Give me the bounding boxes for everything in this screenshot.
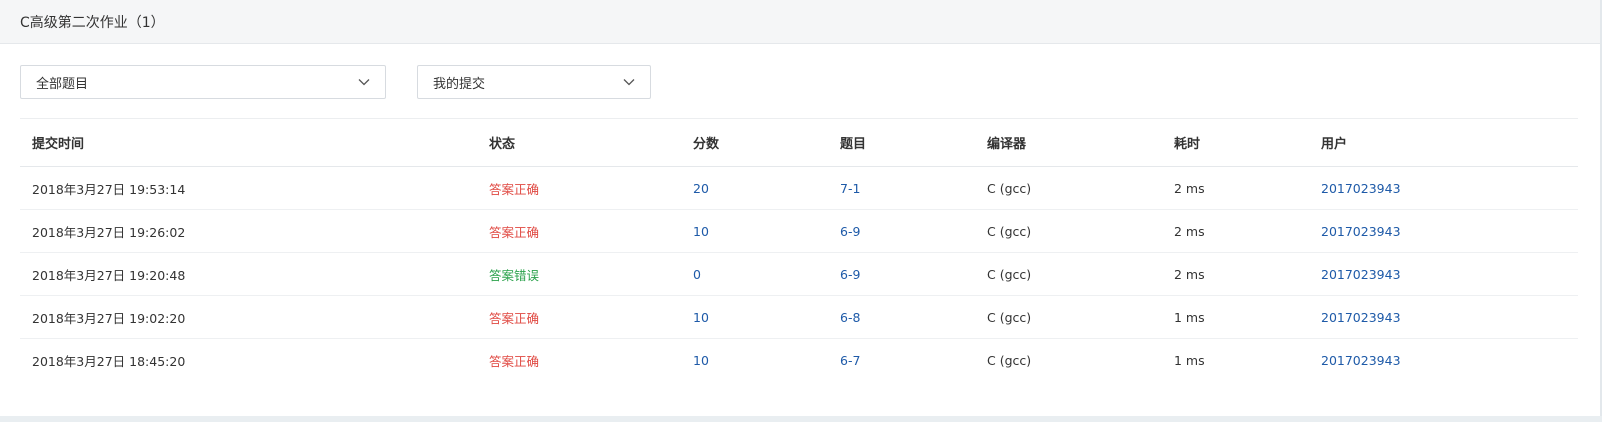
submission-filter-select[interactable]: 我的提交 [417,65,651,99]
table-header-row: 提交时间 状态 分数 题目 编译器 耗时 用户 [20,118,1578,167]
compiler-text: C (gcc) [975,252,1162,296]
submissions-table: 提交时间 状态 分数 题目 编译器 耗时 用户 2018年3月27日 19:53… [20,118,1578,381]
score-link[interactable]: 10 [681,209,828,253]
compiler-text: C (gcc) [975,295,1162,339]
column-header-cost: 耗时 [1162,118,1309,167]
status-text: 答案正确 [489,353,540,369]
problem-link[interactable]: 6-9 [828,252,975,296]
user-link[interactable]: 2017023943 [1309,295,1578,339]
time-cost: 2 ms [1162,252,1309,296]
user-link[interactable]: 2017023943 [1309,209,1578,253]
chevron-down-icon [623,79,635,86]
submit-time: 2018年3月27日 19:20:48 [20,252,477,296]
submissions-card: C高级第二次作业（1） 全部题目 我的提交 提交时间 状态 分数 题目 编译器 … [0,0,1602,416]
column-header-problem: 题目 [828,118,975,167]
problem-link[interactable]: 6-7 [828,339,975,382]
filter-bar: 全部题目 我的提交 [0,44,1600,116]
score-link[interactable]: 10 [681,295,828,339]
compiler-text: C (gcc) [975,209,1162,253]
column-header-compiler: 编译器 [975,118,1162,167]
page-title: C高级第二次作业（1） [20,14,165,31]
problem-filter-select[interactable]: 全部题目 [20,65,386,99]
compiler-text: C (gcc) [975,166,1162,210]
table-row: 2018年3月27日 19:53:14 答案正确 20 7-1 C (gcc) … [20,166,1578,210]
card-header: C高级第二次作业（1） [0,0,1600,44]
table-row: 2018年3月27日 19:20:48 答案错误 0 6-9 C (gcc) 2… [20,252,1578,296]
score-link[interactable]: 20 [681,166,828,210]
table-row: 2018年3月27日 19:26:02 答案正确 10 6-9 C (gcc) … [20,209,1578,253]
user-link[interactable]: 2017023943 [1309,166,1578,210]
submit-time: 2018年3月27日 19:02:20 [20,295,477,339]
problem-link[interactable]: 6-8 [828,295,975,339]
user-link[interactable]: 2017023943 [1309,252,1578,296]
submission-filter-value: 我的提交 [433,76,486,92]
user-link[interactable]: 2017023943 [1309,339,1578,382]
time-cost: 1 ms [1174,352,1205,368]
time-cost: 1 ms [1162,295,1309,339]
column-header-score: 分数 [681,118,828,167]
time-cost: 2 ms [1162,209,1309,253]
status-text: 答案正确 [477,295,681,339]
submit-time: 2018年3月27日 18:45:20 [32,353,186,369]
table-row: 2018年3月27日 19:02:20 答案正确 10 6-8 C (gcc) … [20,295,1578,339]
compiler-text: C (gcc) [987,352,1032,368]
column-header-user: 用户 [1309,118,1578,167]
column-header-status: 状态 [477,118,681,167]
time-cost: 2 ms [1162,166,1309,210]
chevron-down-icon [358,79,370,86]
status-text: 答案正确 [477,209,681,253]
score-link[interactable]: 0 [681,252,828,296]
problem-link[interactable]: 7-1 [828,166,975,210]
submit-time: 2018年3月27日 19:26:02 [20,209,477,253]
status-text: 答案错误 [477,252,681,296]
submit-time: 2018年3月27日 19:53:14 [20,166,477,210]
problem-link[interactable]: 6-9 [828,209,975,253]
status-text: 答案正确 [477,166,681,210]
table-row: 2018年3月27日 18:45:20 答案正确 10 6-7 C (gcc) … [20,339,1578,382]
column-header-time: 提交时间 [20,118,477,167]
score-link[interactable]: 10 [681,339,828,382]
problem-filter-value: 全部题目 [36,76,89,92]
